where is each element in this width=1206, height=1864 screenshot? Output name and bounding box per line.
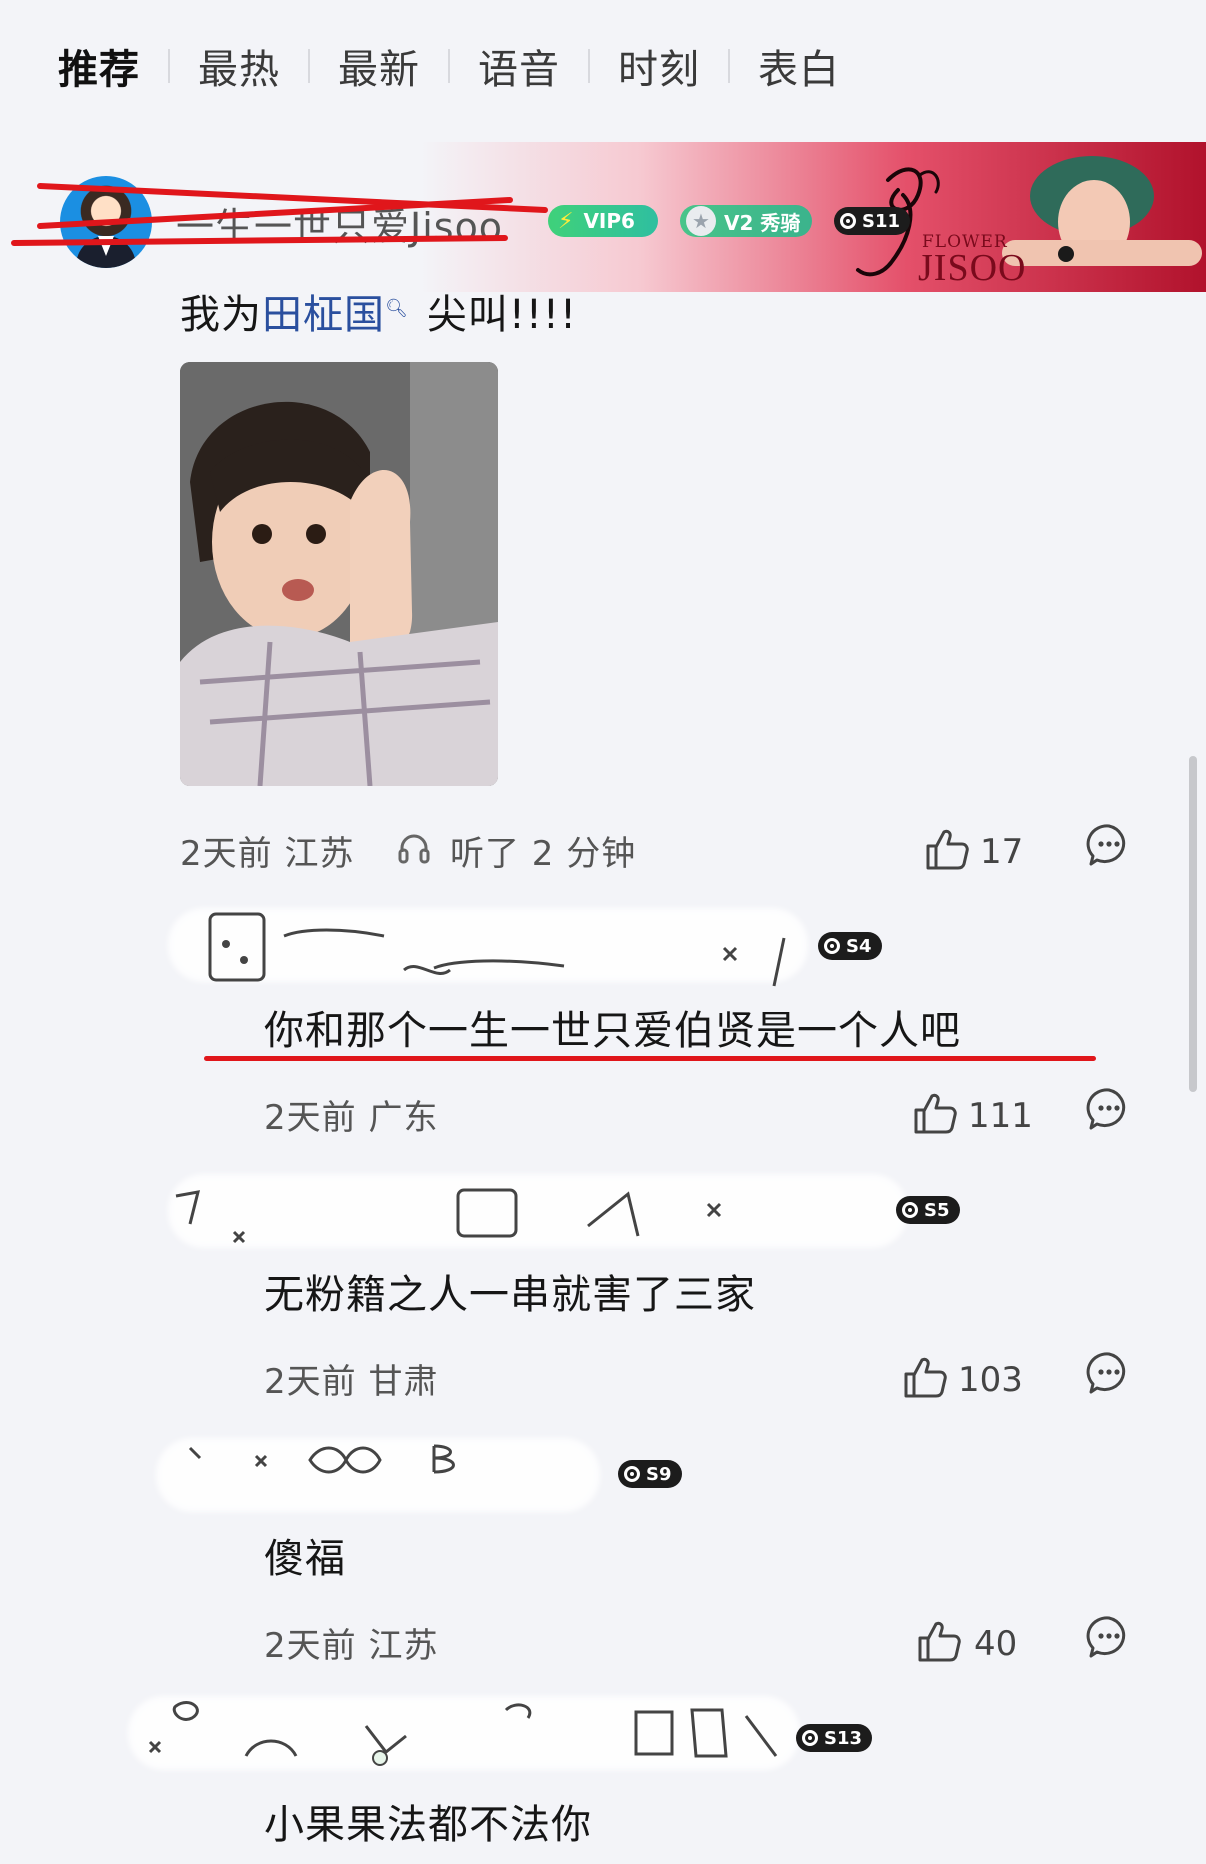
reply-time: 2天前 xyxy=(264,1626,357,1666)
level-label: S13 xyxy=(824,1727,863,1749)
tab-divider xyxy=(168,49,170,83)
comment-text: 我为田柾国🔍︎ 尖叫!!!! xyxy=(180,282,577,340)
level-badge: S4 xyxy=(818,932,882,960)
headphone-icon xyxy=(398,834,430,864)
red-underline xyxy=(204,1056,1096,1061)
avatar[interactable] xyxy=(60,176,152,268)
vip-badge[interactable]: ⚡ VIP6 xyxy=(548,205,658,237)
tab-divider xyxy=(308,49,310,83)
like-count: 111 xyxy=(968,1096,1033,1136)
tab-moments[interactable]: 时刻 xyxy=(618,37,700,95)
thumbs-up-icon[interactable] xyxy=(912,1090,958,1136)
tab-divider xyxy=(588,49,590,83)
thumbs-up-icon[interactable] xyxy=(902,1354,948,1400)
lightning-icon: ⚡ xyxy=(558,208,574,234)
reply-location: 广东 xyxy=(368,1098,439,1138)
like-count: 40 xyxy=(974,1624,1018,1664)
reply-location: 甘肃 xyxy=(368,1362,439,1402)
vip-label: VIP6 xyxy=(583,209,635,233)
tab-newest[interactable]: 最新 xyxy=(338,37,420,95)
listen-duration: 听了 2 分钟 xyxy=(450,834,637,874)
thumbs-up-icon[interactable] xyxy=(924,826,970,872)
level-badge: S5 xyxy=(896,1196,960,1224)
scribble-mask xyxy=(188,1444,455,1474)
search-icon[interactable]: 🔍︎ xyxy=(385,298,409,319)
level-label: S4 xyxy=(846,935,872,957)
comment-time: 2天前 xyxy=(180,834,273,874)
level-label: S11 xyxy=(862,210,901,232)
reply-bubble-icon[interactable] xyxy=(1086,1350,1132,1396)
level-label: S5 xyxy=(924,1199,950,1221)
reply-text: 无粉籍之人一串就害了三家 xyxy=(264,1272,756,1318)
tab-voice[interactable]: 语音 xyxy=(478,37,560,95)
thumbs-up-icon[interactable] xyxy=(916,1618,962,1664)
level-icon xyxy=(802,1730,818,1746)
level-badge: S11 xyxy=(834,207,911,235)
level-label: S9 xyxy=(646,1463,672,1485)
banner-jisoo-text: JISOO xyxy=(918,247,1027,289)
level-icon xyxy=(624,1466,640,1482)
scrollbar[interactable] xyxy=(1189,756,1197,1092)
scribble-mask xyxy=(175,1188,722,1244)
tab-divider xyxy=(448,49,450,83)
comment-suffix: 尖叫!!!! xyxy=(426,292,577,338)
level-icon xyxy=(840,213,856,229)
reply-time: 2天前 xyxy=(264,1098,357,1138)
comment-photo[interactable] xyxy=(180,362,498,786)
scribble-mask xyxy=(148,1701,778,1766)
tab-confession[interactable]: 表白 xyxy=(758,37,840,95)
tab-hottest[interactable]: 最热 xyxy=(198,37,280,95)
comment-meta: 2天前 江苏 xyxy=(180,826,354,875)
reply-meta: 2天前 甘肃 xyxy=(264,1354,438,1403)
star-icon: ★ xyxy=(686,206,716,236)
reply-bubble-icon[interactable] xyxy=(1086,1614,1132,1660)
reply-meta: 2天前 江苏 xyxy=(264,1618,438,1667)
tab-recommend[interactable]: 推荐 xyxy=(58,37,140,95)
mention-link[interactable]: 田柾国 xyxy=(262,292,385,338)
comment-location: 江苏 xyxy=(284,834,355,874)
level-badge: S13 xyxy=(796,1724,873,1752)
reply-location: 江苏 xyxy=(368,1626,439,1666)
v2-label: V2 秀骑 xyxy=(724,210,801,235)
reply-bubble-icon[interactable] xyxy=(1086,1086,1132,1132)
v2-badge[interactable]: ★ V2 秀骑 xyxy=(680,205,812,237)
scribble-mask xyxy=(208,912,786,987)
comment-username[interactable]: 一生一世只爱Jisoo xyxy=(176,196,503,251)
reply-text: 你和那个一生一世只爱伯贤是一个人吧 xyxy=(264,1008,961,1054)
level-badge: S9 xyxy=(618,1460,682,1488)
like-count: 17 xyxy=(980,832,1024,872)
tab-divider xyxy=(728,49,730,83)
comment-prefix: 我为 xyxy=(180,292,262,338)
level-icon xyxy=(824,938,840,954)
level-icon xyxy=(902,1202,918,1218)
reply-time: 2天前 xyxy=(264,1362,357,1402)
reply-meta: 2天前 广东 xyxy=(264,1090,438,1139)
reply-text: 傻福 xyxy=(264,1536,346,1582)
reply-text: 小果果法都不法你 xyxy=(264,1802,592,1848)
reply-bubble-icon[interactable] xyxy=(1086,822,1132,868)
tab-bar: 推荐 最热 最新 语音 时刻 表白 xyxy=(0,28,840,104)
like-count: 103 xyxy=(958,1360,1023,1400)
